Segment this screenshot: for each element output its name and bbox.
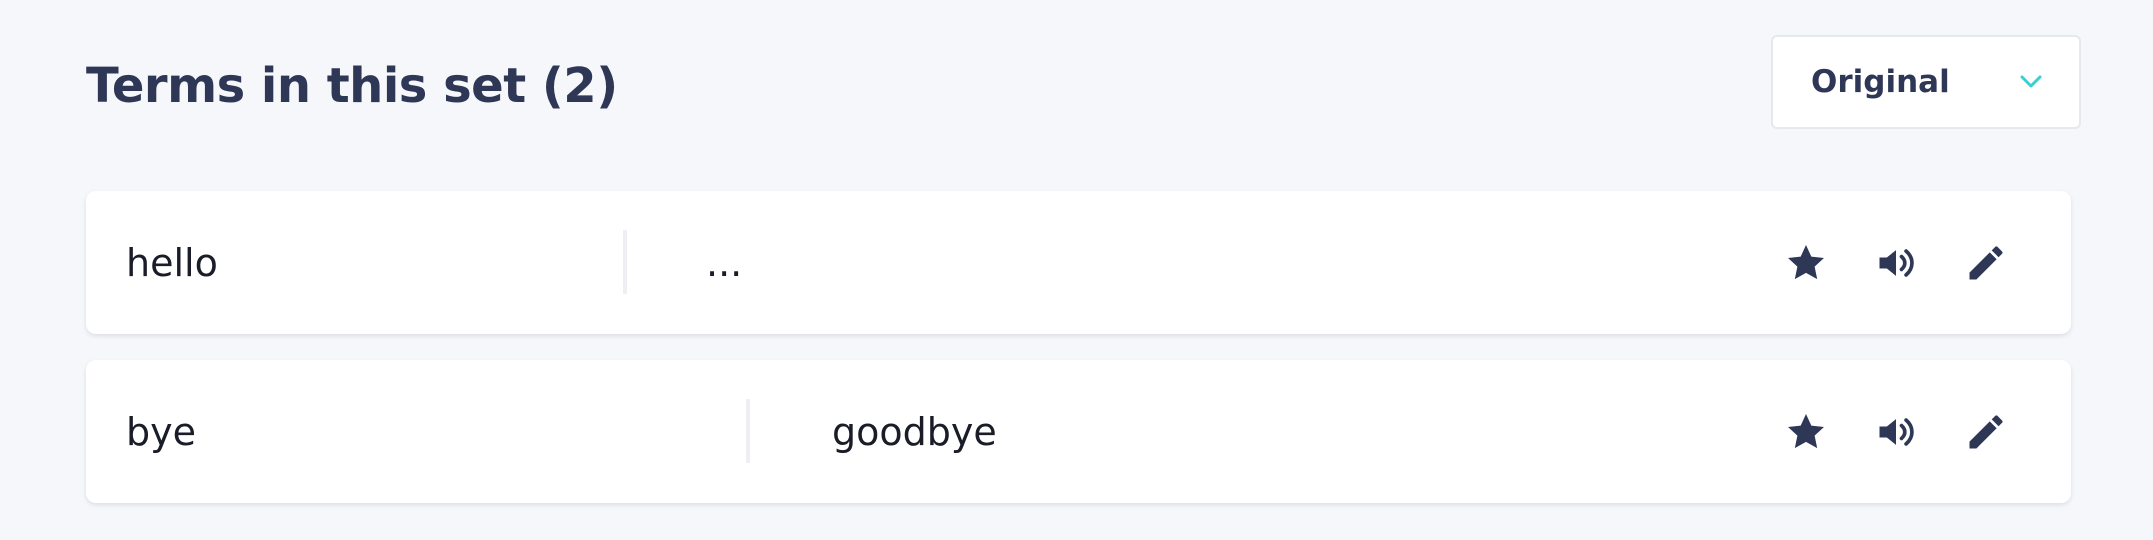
term-actions: [1781, 191, 2011, 334]
card-divider: [623, 230, 627, 294]
terms-header: Terms in this set (2): [86, 58, 618, 114]
term-card: bye goodbye: [86, 360, 2071, 503]
star-button[interactable]: [1781, 238, 1831, 288]
speaker-icon: [1879, 248, 1914, 277]
term-definition: ...: [706, 240, 743, 285]
edit-button[interactable]: [1961, 407, 2011, 457]
pencil-icon: [1969, 245, 2003, 279]
term-definition: goodbye: [832, 409, 997, 454]
card-divider: [746, 399, 750, 463]
chevron-down-icon: [2019, 70, 2043, 94]
term-card: hello ...: [86, 191, 2071, 334]
speaker-icon: [1879, 417, 1914, 446]
star-icon: [1788, 244, 1824, 279]
audio-button[interactable]: [1871, 407, 1921, 457]
term-word: hello: [126, 240, 218, 285]
sort-dropdown[interactable]: Original: [1771, 35, 2081, 129]
audio-button[interactable]: [1871, 238, 1921, 288]
edit-button[interactable]: [1961, 238, 2011, 288]
term-word: bye: [126, 409, 196, 454]
star-icon: [1788, 413, 1824, 448]
pencil-icon: [1969, 414, 2003, 448]
term-actions: [1781, 360, 2011, 503]
star-button[interactable]: [1781, 407, 1831, 457]
sort-selected-label: Original: [1811, 64, 1950, 100]
